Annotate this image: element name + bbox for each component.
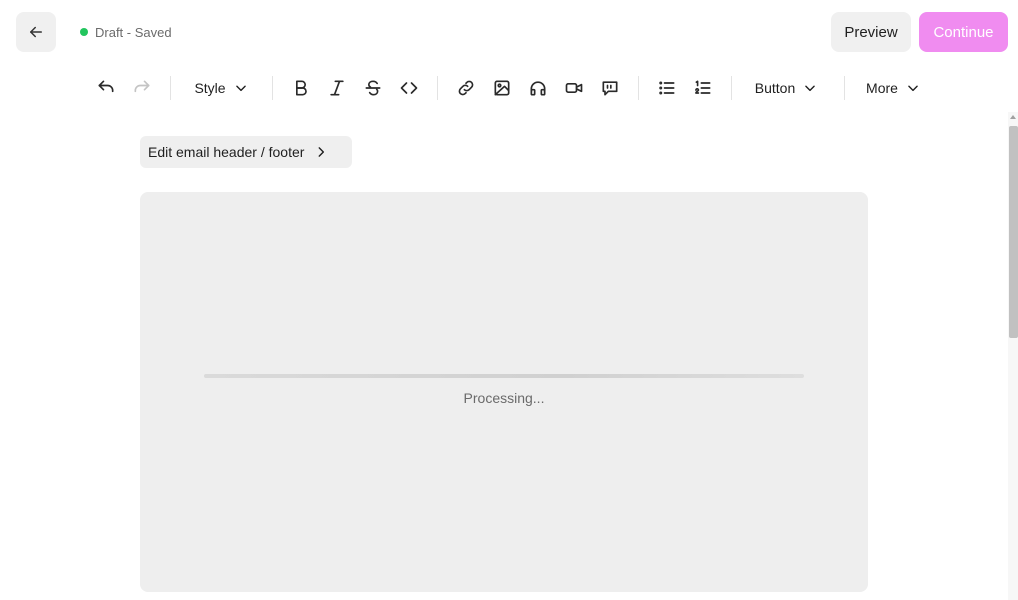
- headphones-icon: [530, 81, 546, 96]
- style-dropdown[interactable]: Style: [186, 70, 256, 106]
- edit-header-footer-label: Edit email header / footer: [148, 144, 305, 160]
- editor-toolbar: Style Button More: [0, 70, 1018, 106]
- status-text: Draft - Saved: [95, 24, 172, 40]
- email-editor-canvas[interactable]: Processing...: [140, 192, 868, 592]
- image-icon: [494, 80, 510, 96]
- italic-icon: [330, 80, 344, 96]
- status-dot: [80, 28, 88, 36]
- scrollbar-thumb[interactable]: [1009, 126, 1018, 338]
- quote-button[interactable]: [596, 70, 624, 106]
- video-button[interactable]: [560, 70, 588, 106]
- link-icon: [458, 80, 474, 96]
- progress-bar-fill: [204, 374, 804, 378]
- strikethrough-button[interactable]: [359, 70, 387, 106]
- toolbar-divider: [844, 76, 845, 100]
- chevron-right-icon: [318, 147, 325, 157]
- arrow-left-icon: [30, 26, 42, 38]
- button-dropdown[interactable]: Button: [746, 70, 826, 106]
- link-button[interactable]: [452, 70, 480, 106]
- image-button[interactable]: [488, 70, 516, 106]
- bold-button[interactable]: [287, 70, 315, 106]
- video-icon: [565, 83, 583, 93]
- undo-icon: [98, 80, 114, 93]
- toolbar-divider: [437, 76, 438, 100]
- numbered-list-icon: [695, 80, 711, 94]
- bullet-list-icon: [659, 81, 675, 95]
- code-button[interactable]: [395, 70, 423, 106]
- button-dropdown-label: Button: [754, 80, 796, 96]
- preview-button[interactable]: Preview: [831, 12, 911, 52]
- redo-button[interactable]: [128, 70, 156, 106]
- style-dropdown-label: Style: [194, 80, 226, 96]
- back-button[interactable]: [16, 12, 56, 52]
- italic-button[interactable]: [323, 70, 351, 106]
- chevron-down-icon: [805, 85, 816, 92]
- continue-button[interactable]: Continue: [919, 12, 1008, 52]
- bold-icon: [296, 80, 307, 96]
- toolbar-divider: [170, 76, 171, 100]
- bullet-list-button[interactable]: [653, 70, 681, 106]
- toolbar-divider: [731, 76, 732, 100]
- redo-icon: [134, 80, 150, 93]
- edit-header-footer-button[interactable]: Edit email header / footer: [140, 136, 352, 168]
- more-dropdown-label: More: [866, 80, 898, 96]
- toolbar-divider: [638, 76, 639, 100]
- code-icon: [400, 82, 418, 94]
- undo-button[interactable]: [92, 70, 120, 106]
- strikethrough-icon: [365, 80, 381, 96]
- toolbar-divider: [272, 76, 273, 100]
- save-status: Draft - Saved: [80, 24, 172, 40]
- chevron-down-icon: [235, 85, 246, 92]
- progress-bar: [204, 374, 804, 378]
- quote-bubble-icon: [602, 81, 618, 96]
- processing-text: Processing...: [463, 390, 545, 406]
- more-dropdown[interactable]: More: [858, 70, 928, 106]
- audio-button[interactable]: [524, 70, 552, 106]
- scroll-up-arrow-icon[interactable]: [1010, 115, 1016, 119]
- chevron-down-icon: [908, 85, 918, 92]
- numbered-list-button[interactable]: [689, 70, 717, 106]
